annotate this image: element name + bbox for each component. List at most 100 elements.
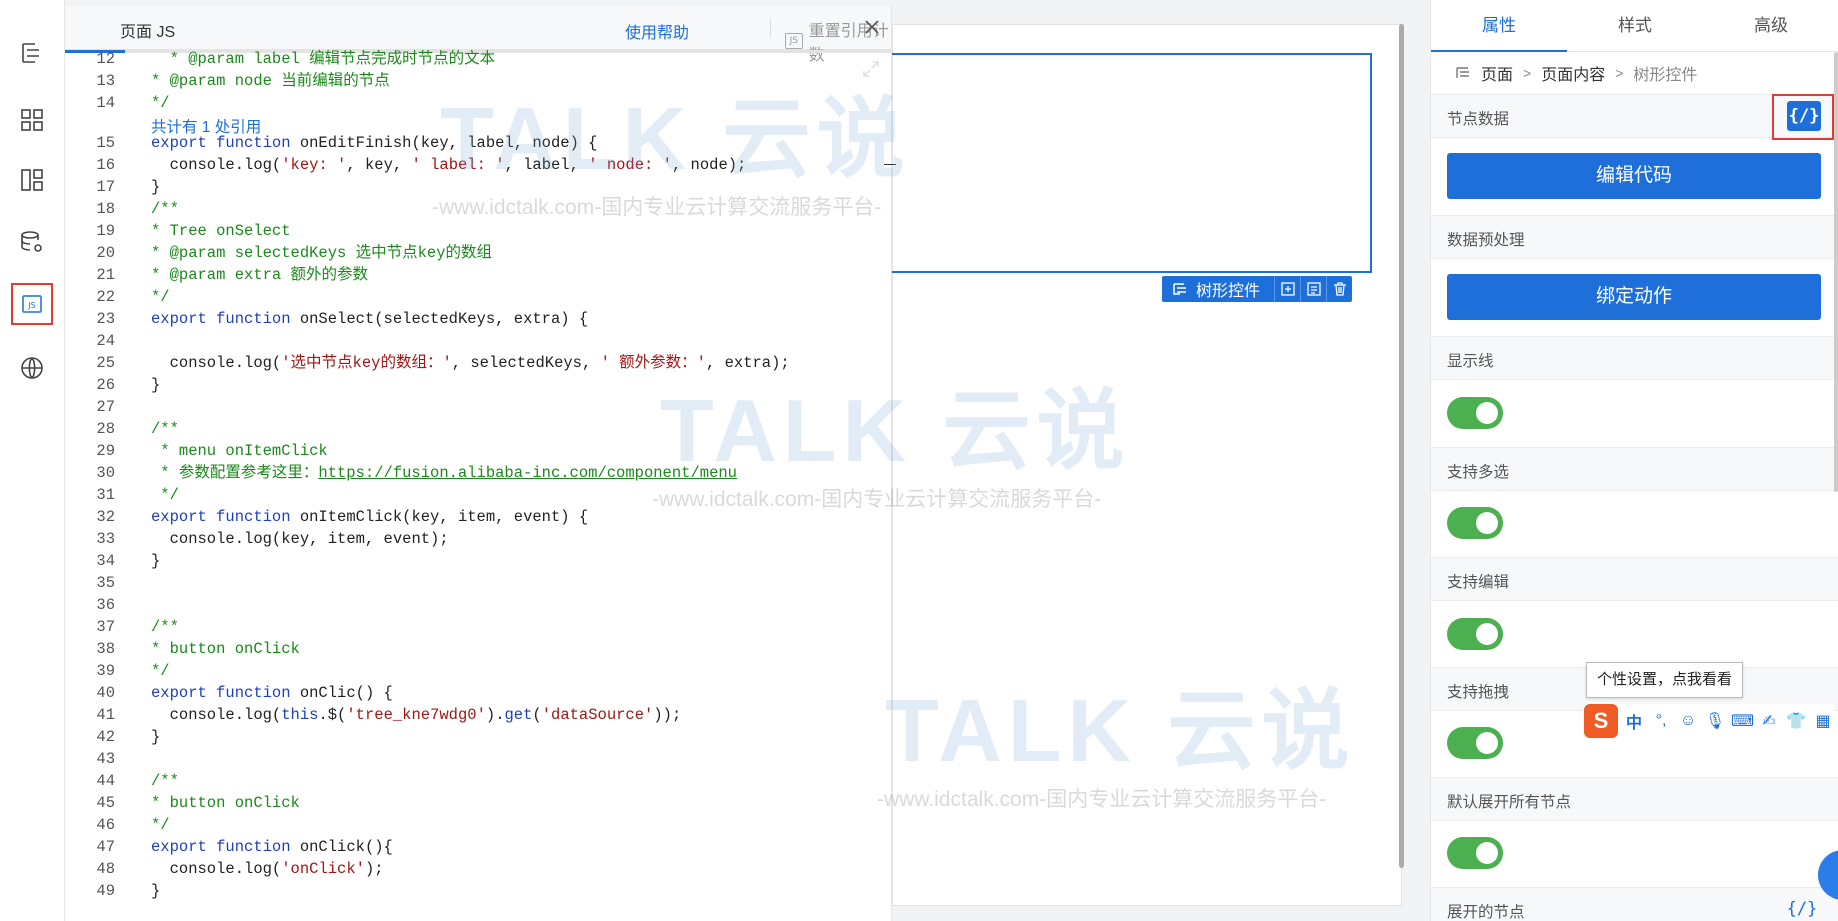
line-content: /** [151,418,179,440]
globe-i18n-icon[interactable] [12,348,52,388]
line-number: 19 [96,222,115,240]
close-icon[interactable] [859,14,885,40]
expand-icon[interactable] [862,60,880,83]
code-line[interactable]: 32 export function onItemClick(key, item,… [65,506,891,528]
draggable-toggle[interactable] [1447,727,1503,759]
skin-shirt-icon[interactable]: 👕 [1785,711,1807,731]
code-line[interactable]: 19 * Tree onSelect [65,220,891,242]
code-line[interactable]: 43 [65,748,891,770]
tab-style[interactable]: 样式 [1567,0,1703,52]
expanded-nodes-binding-button[interactable]: {/} [1785,894,1819,921]
selected-tree-component-outline[interactable] [892,53,1372,273]
components-grid-icon[interactable] [12,100,52,140]
chevron-right-icon: > [1523,65,1532,81]
breadcrumb-page-content[interactable]: 页面内容 [1541,61,1605,85]
code-line[interactable]: 16 console.log('key: ', key, ' label: ',… [65,154,891,176]
code-line[interactable]: 35 [65,572,891,594]
code-line[interactable]: 23 export function onSelect(selectedKeys,… [65,308,891,330]
line-content: console.log('onClick'); [151,858,384,880]
code-token: console.log( [151,156,282,174]
code-line[interactable]: 42} [65,726,891,748]
code-line[interactable]: 22 */ [65,286,891,308]
copy-icon[interactable] [1300,276,1326,302]
multi-select-toggle[interactable] [1447,507,1503,539]
ime-toolbar: S 中 °, ☺ 🎙 ⌨ ✍ 👕 ▦ [1584,704,1834,738]
code-line[interactable]: 26} [65,374,891,396]
outline-tree-icon[interactable] [12,32,52,72]
editable-toggle[interactable] [1447,618,1503,650]
code-line[interactable]: 31 */ [65,484,891,506]
code-line[interactable]: 30 * 参数配置参考这里：https://fusion.alibaba-inc… [65,462,891,484]
line-number: 26 [96,376,115,394]
code-line[interactable]: 38 * button onClick [65,638,891,660]
code-line[interactable]: 34} [65,550,891,572]
code-token: console.log( [151,706,282,724]
code-line[interactable]: 41 console.log(this.$('tree_kne7wdg0').g… [65,704,891,726]
code-line[interactable]: 46 */ [65,814,891,836]
breadcrumb-page[interactable]: 页面 [1481,61,1513,85]
code-line[interactable]: 36 [65,594,891,616]
code-line[interactable]: 29 * menu onItemClick [65,440,891,462]
ime-mode[interactable]: 中 [1623,709,1645,733]
code-token: )); [653,706,682,724]
page-js-icon[interactable]: JS [11,283,53,325]
code-line[interactable]: 14 */ [65,92,891,114]
ime-punctuation[interactable]: °, [1650,712,1672,730]
delete-icon[interactable] [1326,276,1352,302]
show-line-toggle[interactable] [1447,397,1503,429]
line-content: * Tree onSelect [151,220,291,242]
code-line[interactable]: 15 export function onEditFinish(key, labe… [65,132,891,154]
code-line[interactable]: 44 /** [65,770,891,792]
code-line[interactable]: 40 export function onClic() { [65,682,891,704]
code-token: https://fusion.alibaba-inc.com/component… [318,464,737,482]
code-line[interactable]: 39 */ [65,660,891,682]
expand-all-toggle[interactable] [1447,837,1503,869]
line-number: 17 [96,178,115,196]
code-line[interactable]: 18 /** [65,198,891,220]
code-line[interactable]: 24 [65,330,891,352]
code-token: 'key: ' [281,156,347,174]
emoji-icon[interactable]: ☺ [1677,712,1699,730]
tab-advanced[interactable]: 高级 [1703,0,1838,52]
tab-properties[interactable]: 属性 [1431,0,1567,52]
code-line[interactable]: 48 console.log('onClick'); [65,858,891,880]
edit-code-button[interactable]: 编辑代码 [1447,153,1821,199]
code-line[interactable]: 20 * @param selectedKeys 选中节点key的数组 [65,242,891,264]
code-line[interactable]: 45 * button onClick [65,792,891,814]
layout-template-icon[interactable] [12,160,52,200]
code-line[interactable]: 27 [65,396,891,418]
code-token: */ [151,94,170,112]
code-line[interactable]: 17} [65,176,891,198]
code-line[interactable]: 49} [65,880,891,902]
bind-action-button[interactable]: 绑定动作 [1447,274,1821,320]
code-token: 'dataSource' [541,706,654,724]
code-line[interactable]: 13 * @param node 当前编辑的节点 [65,70,891,92]
line-content: * @param extra 额外的参数 [151,264,368,286]
microphone-icon[interactable]: 🎙 [1704,711,1726,731]
code-line[interactable]: 21 * @param extra 额外的参数 [65,264,891,286]
component-tag[interactable]: 树形控件 [1162,277,1274,301]
line-content: } [151,176,160,198]
datasource-settings-icon[interactable] [12,222,52,262]
code-line[interactable]: 37 /** [65,616,891,638]
sogou-logo-icon[interactable]: S [1584,704,1618,738]
help-link[interactable]: 使用帮助 [625,19,689,43]
line-number: 15 [96,134,115,152]
code-line[interactable]: 47 export function onClick(){ [65,836,891,858]
line-content: * button onClick [151,792,300,814]
canvas-scrollbar[interactable] [1399,24,1404,868]
code-line[interactable]: 28 /** [65,418,891,440]
settings-scrollbar[interactable] [1834,52,1838,492]
insert-sibling-icon[interactable] [1274,276,1300,302]
code-line[interactable]: 33 console.log(key, item, event); [65,528,891,550]
breadcrumb-tree-control: 树形控件 [1633,67,1698,84]
keyboard-icon[interactable]: ⌨ [1731,711,1754,731]
toolbox-grid-icon[interactable]: ▦ [1812,711,1834,731]
line-content: /** [151,198,179,220]
multi-select-label: 支持多选 [1447,464,1510,481]
code-line[interactable]: 12 * @param label 编辑节点完成时节点的文本 [65,48,891,70]
code-token: * @param node 当前编辑的节点 [151,72,390,90]
handwrite-icon[interactable]: ✍ [1758,711,1780,731]
code-line[interactable]: 25 console.log('选中节点key的数组：', selectedKe… [65,352,891,374]
code-token: } [151,552,161,570]
